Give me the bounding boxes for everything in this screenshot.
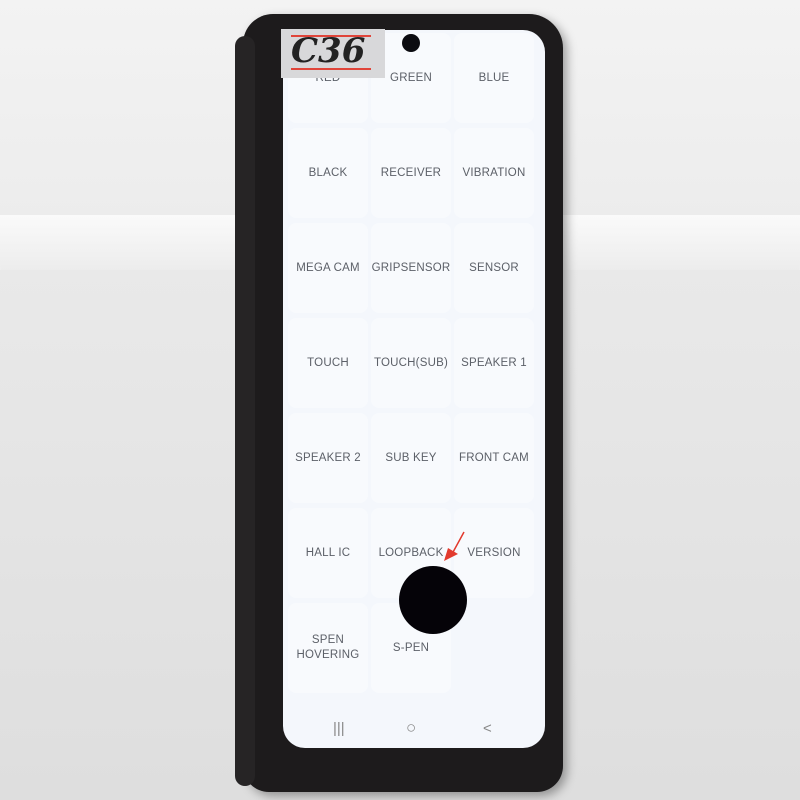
front-camera-punch-hole: [402, 34, 420, 52]
test-menu-item-label: VIBRATION: [462, 166, 526, 179]
recents-icon[interactable]: |||: [333, 720, 345, 737]
test-menu-item[interactable]: MEGA CAM: [288, 223, 368, 313]
test-menu-item-label: S-PEN: [392, 641, 430, 654]
test-menu-item-label: MEGA CAM: [296, 261, 360, 274]
test-menu-item[interactable]: VIBRATION: [454, 128, 534, 218]
test-menu-item[interactable]: SPEN HOVERING: [288, 603, 368, 693]
test-menu-item[interactable]: SUB KEY: [371, 413, 451, 503]
test-menu-item-label: GRIPSENSOR: [371, 261, 451, 274]
screen-defect-black-spot: [399, 566, 467, 634]
test-menu-item[interactable]: TOUCH: [288, 318, 368, 408]
test-menu-item-label: TOUCH(SUB): [374, 356, 448, 369]
test-menu-item[interactable]: SPEAKER 2: [288, 413, 368, 503]
test-menu-item[interactable]: SENSOR: [454, 223, 534, 313]
phone-screen: REDGREENBLUEBLACKRECEIVERVIBRATIONMEGA C…: [283, 30, 545, 748]
test-menu-item[interactable]: RECEIVER: [371, 128, 451, 218]
test-menu-item-label: BLACK: [308, 166, 348, 179]
test-menu-item-label: TOUCH: [307, 356, 349, 369]
test-menu-item-label: FRONT CAM: [459, 451, 529, 464]
test-menu-item-label: SPEAKER 2: [295, 451, 361, 464]
sticker-text: C36: [291, 31, 366, 71]
test-menu-item-label: SUB KEY: [385, 451, 437, 464]
test-menu-item-label: HALL IC: [305, 546, 351, 559]
red-arrow-annotation: [444, 531, 465, 561]
test-menu-item[interactable]: HALL IC: [288, 508, 368, 598]
test-menu-item-label: VERSION: [467, 546, 521, 559]
test-menu-item[interactable]: TOUCH(SUB): [371, 318, 451, 408]
test-menu-item-label: SPEN HOVERING: [296, 634, 360, 661]
test-menu-item-label: RECEIVER: [380, 166, 442, 179]
test-menu-item-label: GREEN: [390, 71, 432, 84]
test-menu-item-label: LOOPBACK: [378, 546, 444, 559]
test-menu-item[interactable]: GRIPSENSOR: [371, 223, 451, 313]
test-menu-item-label: SPEAKER 1: [461, 356, 527, 369]
test-menu-item-label: BLUE: [478, 71, 510, 84]
test-menu-item[interactable]: BLUE: [454, 33, 534, 123]
test-menu-item-label: SENSOR: [469, 261, 519, 274]
phone-hinge: [235, 36, 255, 786]
back-icon[interactable]: <: [483, 720, 492, 737]
test-menu-item[interactable]: SPEAKER 1: [454, 318, 534, 408]
test-menu-item[interactable]: FRONT CAM: [454, 413, 534, 503]
test-menu-item[interactable]: BLACK: [288, 128, 368, 218]
c36-label-sticker: C36: [281, 29, 385, 78]
navigation-bar: ||| ○ <: [283, 708, 545, 748]
home-icon[interactable]: ○: [406, 718, 416, 738]
